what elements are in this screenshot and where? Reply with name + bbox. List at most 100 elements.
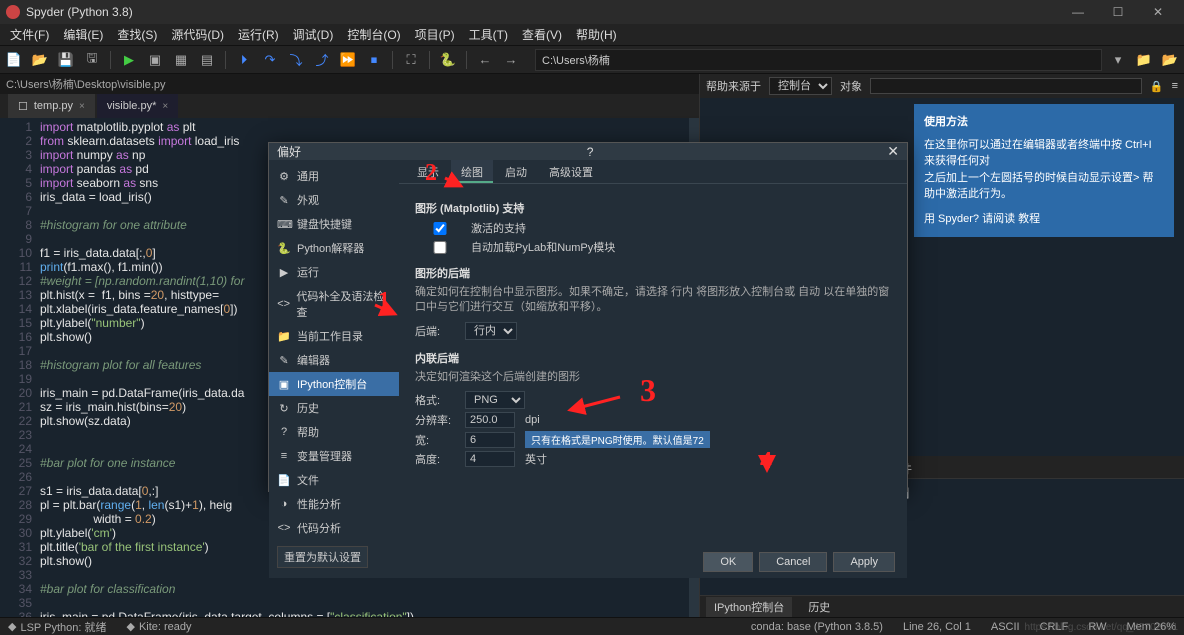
run-icon[interactable]: ▶ bbox=[119, 50, 139, 70]
menu-view[interactable]: 查看(V) bbox=[516, 24, 568, 45]
sidebar-item-文件[interactable]: 📄文件 bbox=[269, 468, 399, 492]
help-from-label: 帮助来源于 bbox=[706, 78, 761, 94]
save-icon[interactable]: 💾 bbox=[56, 50, 76, 70]
ok-button[interactable]: OK bbox=[703, 552, 753, 572]
new-file-icon[interactable]: 📄 bbox=[4, 50, 24, 70]
cancel-button[interactable]: Cancel bbox=[759, 552, 827, 572]
sidebar-item-键盘快捷键[interactable]: ⌨键盘快捷键 bbox=[269, 212, 399, 236]
spyder-icon bbox=[6, 5, 20, 19]
menu-file[interactable]: 文件(F) bbox=[4, 24, 55, 45]
dialog-content: 图形 (Matplotlib) 支持 激活的支持 自动加载PyLab和NumPy… bbox=[399, 184, 907, 546]
usage-tooltip: 使用方法 在这里你可以通过在编辑器或者终端中按 Ctrl+I 来获得任何对 之后… bbox=[914, 104, 1174, 237]
back-icon[interactable]: ← bbox=[475, 50, 495, 70]
dialog-tab-graphics[interactable]: 绘图 bbox=[451, 160, 493, 183]
dialog-title: 偏好 bbox=[277, 143, 301, 160]
menu-source[interactable]: 源代码(D) bbox=[165, 24, 230, 45]
stop-debug-icon[interactable]: ⏹ bbox=[364, 50, 384, 70]
step-out-icon[interactable]: ⤴ bbox=[312, 50, 332, 70]
working-dir-input[interactable]: C:\Users\杨楠 bbox=[535, 49, 1102, 71]
save-all-icon[interactable]: 🖫 bbox=[82, 50, 102, 70]
help-source-select[interactable]: 控制台 bbox=[769, 77, 832, 95]
console-tabs: IPython控制台 历史 bbox=[700, 595, 1184, 617]
run-cell-icon[interactable]: ▣ bbox=[145, 50, 165, 70]
sidebar-item-当前工作目录[interactable]: 📁当前工作目录 bbox=[269, 324, 399, 348]
dpi-input[interactable] bbox=[465, 412, 515, 428]
continue-icon[interactable]: ⏩ bbox=[338, 50, 358, 70]
sidebar-item-历史[interactable]: ↻历史 bbox=[269, 396, 399, 420]
menu-consoles[interactable]: 控制台(O) bbox=[341, 24, 406, 45]
toolbar: 📄 📂 💾 🖫 ▶ ▣ ▦ ▤ ⏵ ↷ ⤵ ⤴ ⏩ ⏹ ⛶ 🐍 ← → C:\U… bbox=[0, 46, 1184, 74]
tooltip-title: 使用方法 bbox=[924, 114, 1164, 131]
sidebar-item-编辑器[interactable]: ✎编辑器 bbox=[269, 348, 399, 372]
menu-help[interactable]: 帮助(H) bbox=[570, 24, 623, 45]
folder-icon[interactable]: 📁 bbox=[1134, 50, 1154, 70]
minimize-button[interactable]: — bbox=[1058, 5, 1098, 19]
dialog-help-button[interactable]: ? bbox=[587, 145, 594, 159]
sidebar-item-帮助[interactable]: ?帮助 bbox=[269, 420, 399, 444]
status-lsp: ◆ LSP Python: 就绪 bbox=[8, 619, 106, 635]
close-button[interactable]: ✕ bbox=[1138, 5, 1178, 19]
tab-temp[interactable]: ☐temp.py× bbox=[8, 94, 95, 118]
run-selection-icon[interactable]: ▤ bbox=[197, 50, 217, 70]
dialog-titlebar[interactable]: 偏好 ? ✕ bbox=[269, 143, 907, 160]
section-inline: 内联后端 bbox=[415, 350, 891, 366]
menu-debug[interactable]: 调试(D) bbox=[287, 24, 340, 45]
sidebar-item-性能分析[interactable]: ◑性能分析 bbox=[269, 492, 399, 516]
step-over-icon[interactable]: ↷ bbox=[260, 50, 280, 70]
tab-history[interactable]: 历史 bbox=[800, 597, 838, 617]
close-icon[interactable]: × bbox=[79, 101, 85, 112]
tab-ipython-console[interactable]: IPython控制台 bbox=[706, 597, 792, 617]
close-icon[interactable]: × bbox=[162, 101, 168, 112]
height-input[interactable] bbox=[465, 451, 515, 467]
step-into-icon[interactable]: ⤵ bbox=[286, 50, 306, 70]
menu-edit[interactable]: 编辑(E) bbox=[57, 24, 109, 45]
sidebar-item-Python解释器[interactable]: 🐍Python解释器 bbox=[269, 236, 399, 260]
dialog-tabs: 显示 绘图 启动 高级设置 bbox=[399, 160, 907, 184]
status-encoding: ASCII bbox=[991, 621, 1020, 633]
dialog-tab-advanced[interactable]: 高级设置 bbox=[539, 160, 603, 183]
maximize-button[interactable]: ☐ bbox=[1098, 5, 1138, 19]
help-object-input[interactable] bbox=[870, 78, 1142, 94]
dialog-sidebar: ⚙通用✎外观⌨键盘快捷键🐍Python解释器▶运行<>代码补全及语法检查📁当前工… bbox=[269, 160, 399, 578]
width-input[interactable] bbox=[465, 432, 515, 448]
tab-visible[interactable]: visible.py*× bbox=[97, 94, 178, 118]
menu-tools[interactable]: 工具(T) bbox=[463, 24, 514, 45]
checkbox-activate-support[interactable]: 激活的支持 bbox=[415, 220, 891, 236]
watermark: https://blog.csdn.net/qq_45702601 bbox=[1025, 622, 1178, 633]
sidebar-item-IPython控制台[interactable]: ▣IPython控制台 bbox=[269, 372, 399, 396]
dialog-close-button[interactable]: ✕ bbox=[887, 143, 899, 160]
sidebar-item-代码分析[interactable]: <>代码分析 bbox=[269, 516, 399, 540]
menu-search[interactable]: 查找(S) bbox=[111, 24, 163, 45]
maximize-pane-icon[interactable]: ⛶ bbox=[401, 50, 421, 70]
preferences-dialog: 偏好 ? ✕ ⚙通用✎外观⌨键盘快捷键🐍Python解释器▶运行<>代码补全及语… bbox=[268, 142, 908, 492]
dialog-tab-startup[interactable]: 启动 bbox=[495, 160, 537, 183]
sidebar-item-代码补全及语法检查[interactable]: <>代码补全及语法检查 bbox=[269, 284, 399, 324]
backend-select[interactable]: 行内 bbox=[465, 322, 517, 340]
format-select[interactable]: PNG bbox=[465, 391, 525, 409]
sidebar-item-变量管理器[interactable]: ≡变量管理器 bbox=[269, 444, 399, 468]
reset-defaults-button[interactable]: 重置为默认设置 bbox=[277, 546, 368, 568]
status-conda[interactable]: conda: base (Python 3.8.5) bbox=[751, 621, 883, 633]
menu-icon[interactable]: ≡ bbox=[1172, 80, 1178, 92]
help-toolbar: 帮助来源于 控制台 对象 🔒 ≡ bbox=[700, 74, 1184, 98]
menu-projects[interactable]: 项目(P) bbox=[409, 24, 461, 45]
parent-dir-icon[interactable]: 📂 bbox=[1160, 50, 1180, 70]
status-line: Line 26, Col 1 bbox=[903, 621, 971, 633]
run-cell-advance-icon[interactable]: ▦ bbox=[171, 50, 191, 70]
apply-button[interactable]: Apply bbox=[833, 552, 895, 572]
sidebar-item-运行[interactable]: ▶运行 bbox=[269, 260, 399, 284]
dialog-tab-display[interactable]: 显示 bbox=[407, 160, 449, 183]
browse-dir-icon[interactable]: ▾ bbox=[1108, 50, 1128, 70]
status-kite: ◆ Kite: ready bbox=[126, 620, 191, 633]
lock-icon[interactable]: 🔒 bbox=[1150, 80, 1164, 93]
debug-icon[interactable]: ⏵ bbox=[234, 50, 254, 70]
sidebar-item-外观[interactable]: ✎外观 bbox=[269, 188, 399, 212]
forward-icon[interactable]: → bbox=[501, 50, 521, 70]
sidebar-item-通用[interactable]: ⚙通用 bbox=[269, 164, 399, 188]
checkbox-autoload-pylab[interactable]: 自动加载PyLab和NumPy模块 bbox=[415, 239, 891, 255]
pythonpath-icon[interactable]: 🐍 bbox=[438, 50, 458, 70]
dialog-buttons: OK Cancel Apply bbox=[399, 546, 907, 578]
editor-tabs: ☐temp.py× visible.py*× bbox=[0, 94, 699, 118]
menu-run[interactable]: 运行(R) bbox=[232, 24, 285, 45]
open-file-icon[interactable]: 📂 bbox=[30, 50, 50, 70]
